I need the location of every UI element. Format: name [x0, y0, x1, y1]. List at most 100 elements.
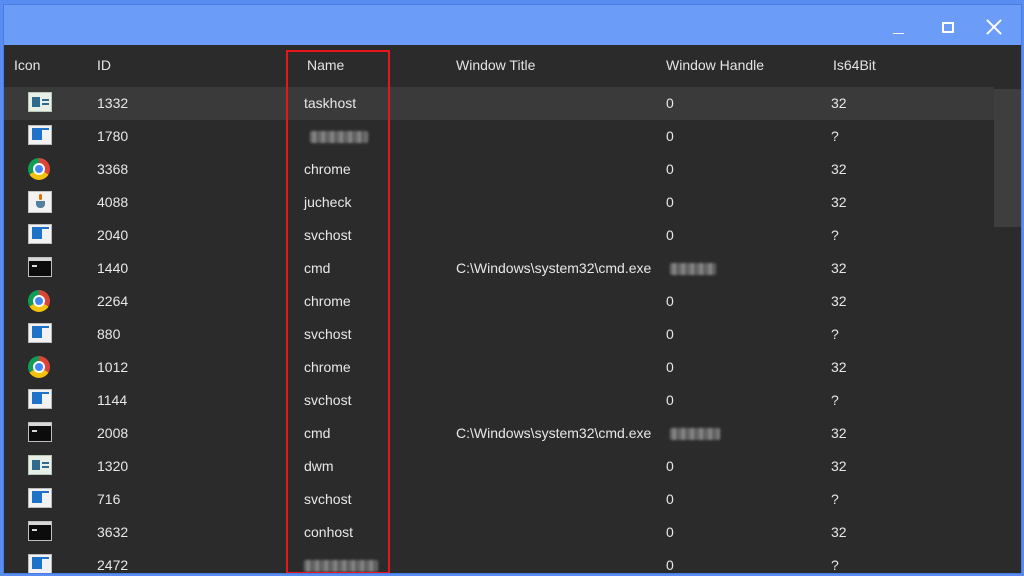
process-id: 1320	[97, 458, 129, 474]
table-row[interactable]: 1332 taskhost 0 32	[4, 87, 994, 120]
is64bit-value: ?	[831, 491, 839, 507]
window-handle	[666, 425, 720, 441]
is64bit-value: 32	[831, 425, 847, 441]
process-id: 1440	[97, 260, 129, 276]
title-bar[interactable]	[4, 5, 1021, 45]
table-row[interactable]: 716 svchost 0?	[4, 483, 994, 516]
redacted-name	[310, 131, 368, 144]
process-id: 2008	[97, 425, 129, 441]
minimize-button[interactable]	[876, 11, 920, 43]
process-name: taskhost	[304, 95, 357, 111]
window-handle: 0	[666, 293, 674, 309]
window-handle: 0	[666, 95, 674, 111]
process-name: svchost	[304, 491, 352, 507]
process-icon-cell	[28, 455, 52, 477]
process-id: 1144	[97, 392, 128, 408]
process-name: chrome	[304, 359, 351, 375]
host-icon	[28, 455, 52, 475]
column-header-row: Icon ID Name Window Title Window Handle …	[4, 45, 994, 87]
process-icon-cell	[28, 389, 52, 411]
process-icon-cell	[28, 158, 52, 180]
exe-icon	[28, 488, 52, 508]
table-row[interactable]: 2040 svchost 0?	[4, 219, 994, 252]
process-name: svchost	[304, 227, 352, 243]
process-name: cmd	[304, 425, 331, 441]
process-id: 2264	[97, 293, 129, 309]
table-row[interactable]: 1780 0?	[4, 120, 994, 153]
column-header-icon[interactable]: Icon	[14, 57, 40, 73]
exe-icon	[28, 323, 52, 343]
window-handle: 0	[666, 491, 674, 507]
table-row[interactable]: 1440 cmd C:\Windows\system32\cmd.exe 32	[4, 252, 994, 285]
table-row[interactable]: 2008 cmd C:\Windows\system32\cmd.exe 32	[4, 417, 994, 450]
process-rows: 1332 taskhost 0 32 1780 0? 3368 chrome 0 32 4088 ju…	[4, 87, 994, 573]
process-icon-cell	[28, 422, 52, 444]
is64bit-value: ?	[831, 128, 839, 144]
is64bit-value: ?	[831, 326, 839, 342]
column-header-name[interactable]: Name	[307, 57, 344, 73]
is64bit-value: 32	[831, 359, 847, 375]
process-name: svchost	[304, 326, 352, 342]
process-icon-cell	[28, 125, 52, 147]
window-handle	[666, 260, 716, 276]
process-icon-cell	[28, 290, 52, 312]
exe-icon	[28, 389, 52, 409]
column-header-window-title[interactable]: Window Title	[456, 57, 535, 73]
close-button[interactable]	[972, 11, 1016, 43]
table-row[interactable]: 4088 jucheck 0 32	[4, 186, 994, 219]
column-header-window-handle[interactable]: Window Handle	[666, 57, 764, 73]
process-id: 880	[97, 326, 121, 342]
table-row[interactable]: 1144 svchost 0?	[4, 384, 994, 417]
scrollbar-thumb[interactable]	[994, 89, 1021, 227]
window-handle: 0	[666, 359, 674, 375]
table-row[interactable]: 3368 chrome 0 32	[4, 153, 994, 186]
maximize-button[interactable]	[926, 11, 970, 43]
redacted-handle	[670, 428, 720, 441]
is64bit-value: ?	[831, 557, 839, 573]
window-handle: 0	[666, 458, 674, 474]
process-id: 1780	[97, 128, 129, 144]
process-icon-cell	[28, 488, 52, 510]
table-row[interactable]: 1320 dwm 0 32	[4, 450, 994, 483]
table-row[interactable]: 3632 conhost 0 32	[4, 516, 994, 549]
table-row[interactable]: 1012 chrome 0 32	[4, 351, 994, 384]
minimize-icon	[892, 32, 904, 34]
process-name: cmd	[304, 260, 331, 276]
table-row[interactable]: 2264 chrome 0 32	[4, 285, 994, 318]
table-row[interactable]: 2472 0?	[4, 549, 994, 573]
process-id: 2040	[97, 227, 129, 243]
process-name: conhost	[304, 524, 354, 540]
process-id: 1332	[97, 95, 129, 111]
java-icon	[28, 191, 52, 213]
column-header-is64bit[interactable]: Is64Bit	[833, 57, 876, 73]
window-handle: 0	[666, 557, 674, 573]
chrome-icon	[28, 290, 50, 312]
window-handle: 0	[666, 161, 674, 177]
chrome-icon	[28, 158, 50, 180]
vertical-scrollbar[interactable]	[994, 45, 1021, 573]
process-name	[304, 128, 368, 144]
is64bit-value: 32	[831, 95, 847, 111]
process-name: dwm	[304, 458, 334, 474]
window-handle: 0	[666, 227, 674, 243]
process-list-window: Icon ID Name Window Title Window Handle …	[3, 4, 1022, 574]
cmd-icon	[28, 422, 52, 442]
table-row[interactable]: 880 svchost 0?	[4, 318, 994, 351]
process-icon-cell	[28, 323, 52, 345]
window-title: C:\Windows\system32\cmd.exe	[456, 260, 652, 276]
cmd-icon	[28, 521, 52, 541]
process-id: 716	[97, 491, 121, 507]
process-id: 4088	[97, 194, 129, 210]
process-id: 3368	[97, 161, 129, 177]
process-id: 3632	[97, 524, 129, 540]
process-icon-cell	[28, 257, 52, 279]
redacted-name	[304, 560, 378, 573]
host-icon	[28, 92, 52, 112]
column-header-id[interactable]: ID	[97, 57, 111, 73]
process-name: jucheck	[304, 194, 352, 210]
is64bit-value: 32	[831, 458, 847, 474]
cmd-icon	[28, 257, 52, 277]
process-icon-cell	[28, 224, 52, 246]
chrome-icon	[28, 356, 50, 378]
process-name: chrome	[304, 293, 351, 309]
